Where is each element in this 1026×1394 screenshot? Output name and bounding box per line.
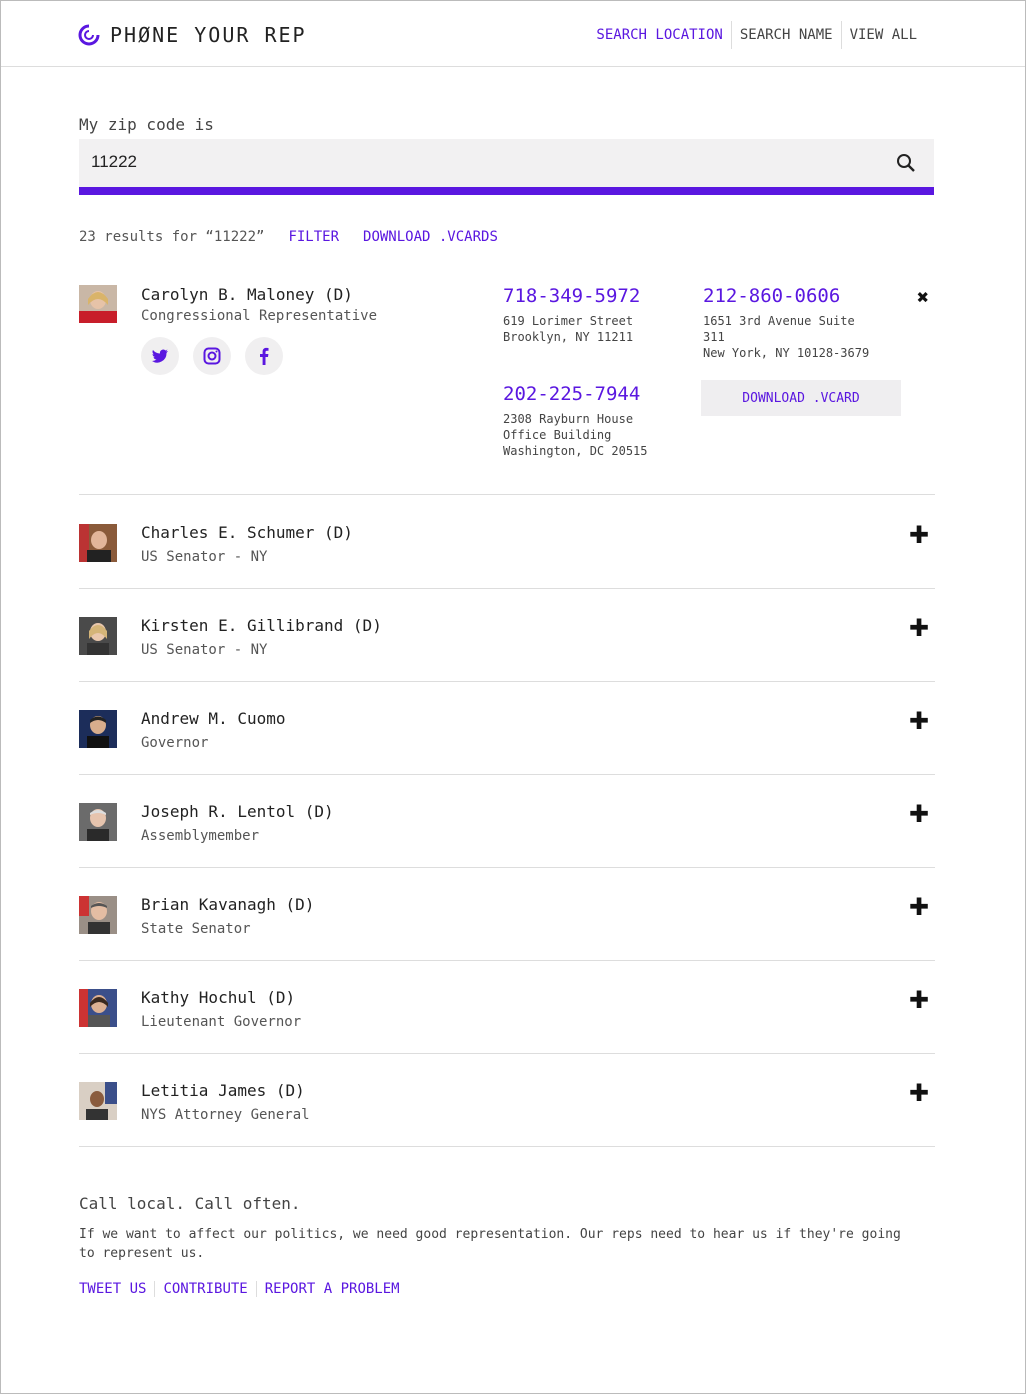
rep-row[interactable]: Kirsten E. Gillibrand (D) US Senator - N… bbox=[79, 589, 935, 682]
filter-link[interactable]: FILTER bbox=[288, 229, 339, 245]
download-vcards-link[interactable]: DOWNLOAD .VCARDS bbox=[363, 229, 498, 245]
facebook-icon[interactable] bbox=[245, 337, 283, 375]
rep-photo bbox=[79, 617, 117, 655]
twitter-icon[interactable] bbox=[141, 337, 179, 375]
rep-row[interactable]: Andrew M. Cuomo Governor ✚ bbox=[79, 682, 935, 775]
rep-title: State Senator bbox=[141, 921, 251, 937]
rep-name: Letitia James (D) bbox=[141, 1081, 305, 1100]
top-nav: SEARCH LOCATION SEARCH NAME VIEW ALL bbox=[588, 21, 925, 49]
office-address-1: 619 Lorimer Street Brooklyn, NY 11211 bbox=[503, 313, 633, 345]
rep-title: Governor bbox=[141, 735, 209, 751]
address-line: 2308 Rayburn House bbox=[503, 412, 634, 426]
address-line: 619 Lorimer Street bbox=[503, 314, 634, 328]
rep-title: US Senator - NY bbox=[141, 642, 268, 658]
social-links bbox=[141, 337, 283, 375]
nav-search-name[interactable]: SEARCH NAME bbox=[730, 21, 841, 49]
rep-title: Congressional Representative bbox=[141, 308, 378, 324]
results-count: 23 results for “11222” bbox=[79, 229, 265, 245]
results-summary-line: 23 results for “11222” FILTER DOWNLOAD .… bbox=[79, 229, 498, 245]
expand-plus-icon[interactable]: ✚ bbox=[909, 893, 929, 921]
logo[interactable]: PHØNE YOUR REP bbox=[78, 23, 307, 47]
contribute-link[interactable]: CONTRIBUTE bbox=[154, 1281, 255, 1297]
expand-plus-icon[interactable]: ✚ bbox=[909, 707, 929, 735]
rep-name: Andrew M. Cuomo bbox=[141, 709, 286, 728]
rep-row[interactable]: Joseph R. Lentol (D) Assemblymember ✚ bbox=[79, 775, 935, 868]
download-vcard-button[interactable]: DOWNLOAD .VCARD bbox=[701, 380, 901, 416]
zip-underline-bar bbox=[79, 187, 934, 195]
instagram-icon[interactable] bbox=[193, 337, 231, 375]
office-phone-2[interactable]: 212-860-0606 bbox=[703, 285, 840, 307]
zip-input[interactable] bbox=[89, 151, 853, 173]
address-line: Washington, DC 20515 bbox=[503, 444, 648, 458]
rep-title: Lieutenant Governor bbox=[141, 1014, 302, 1030]
footer-tagline: Call local. Call often. bbox=[79, 1194, 301, 1213]
footer: Call local. Call often. If we want to af… bbox=[79, 1194, 939, 1297]
rep-name: Charles E. Schumer (D) bbox=[141, 523, 353, 542]
report-problem-link[interactable]: REPORT A PROBLEM bbox=[255, 1281, 408, 1297]
rep-photo bbox=[79, 524, 117, 562]
rep-photo bbox=[79, 285, 117, 323]
expand-plus-icon[interactable]: ✚ bbox=[909, 1079, 929, 1107]
nav-search-location[interactable]: SEARCH LOCATION bbox=[588, 21, 730, 49]
rep-name: Kathy Hochul (D) bbox=[141, 988, 296, 1007]
footer-mission: If we want to affect our politics, we ne… bbox=[79, 1227, 901, 1261]
rep-photo bbox=[79, 989, 117, 1027]
rep-row[interactable]: Kathy Hochul (D) Lieutenant Governor ✚ bbox=[79, 961, 935, 1054]
phone-logo-icon bbox=[78, 24, 100, 46]
rep-name: Brian Kavanagh (D) bbox=[141, 895, 315, 914]
rep-card-expanded: Carolyn B. Maloney (D) Congressional Rep… bbox=[79, 285, 935, 495]
rep-photo bbox=[79, 803, 117, 841]
rep-name[interactable]: Carolyn B. Maloney (D) bbox=[141, 285, 353, 304]
top-bar: PHØNE YOUR REP SEARCH LOCATION SEARCH NA… bbox=[1, 1, 1025, 67]
rep-row[interactable]: Charles E. Schumer (D) US Senator - NY ✚ bbox=[79, 496, 935, 589]
office-phone-3[interactable]: 202-225-7944 bbox=[503, 383, 640, 405]
nav-view-all[interactable]: VIEW ALL bbox=[840, 21, 925, 49]
rep-title: Assemblymember bbox=[141, 828, 260, 844]
rep-row[interactable]: Brian Kavanagh (D) State Senator ✚ bbox=[79, 868, 935, 961]
expand-plus-icon[interactable]: ✚ bbox=[909, 614, 929, 642]
office-address-3: 2308 Rayburn House Office Building Washi… bbox=[503, 411, 648, 459]
address-line: Office Building bbox=[503, 428, 612, 442]
rep-name: Joseph R. Lentol (D) bbox=[141, 802, 334, 821]
rep-title: NYS Attorney General bbox=[141, 1107, 310, 1123]
zip-label: My zip code is bbox=[79, 115, 214, 134]
rep-row[interactable]: Letitia James (D) NYS Attorney General ✚ bbox=[79, 1054, 935, 1147]
rep-photo bbox=[79, 710, 117, 748]
footer-links: TWEET US CONTRIBUTE REPORT A PROBLEM bbox=[79, 1281, 939, 1297]
rep-photo bbox=[79, 1082, 117, 1120]
office-address-2: 1651 3rd Avenue Suite 311 New York, NY 1… bbox=[703, 313, 869, 361]
expand-plus-icon[interactable]: ✚ bbox=[909, 800, 929, 828]
expand-plus-icon[interactable]: ✚ bbox=[909, 521, 929, 549]
rep-name: Kirsten E. Gillibrand (D) bbox=[141, 616, 382, 635]
address-line: Brooklyn, NY 11211 bbox=[503, 330, 634, 344]
rep-photo bbox=[79, 896, 117, 934]
logo-text: PHØNE YOUR REP bbox=[110, 23, 307, 47]
close-icon[interactable]: ✖ bbox=[917, 285, 929, 309]
search-icon[interactable] bbox=[896, 153, 916, 173]
tweet-us-link[interactable]: TWEET US bbox=[79, 1281, 154, 1297]
expand-plus-icon[interactable]: ✚ bbox=[909, 986, 929, 1014]
address-line: New York, NY 10128-3679 bbox=[703, 346, 870, 360]
rep-title: US Senator - NY bbox=[141, 549, 268, 565]
address-line: 311 bbox=[703, 330, 725, 344]
office-phone-1[interactable]: 718-349-5972 bbox=[503, 285, 640, 307]
address-line: 1651 3rd Avenue Suite bbox=[703, 314, 855, 328]
zip-search-box bbox=[79, 139, 934, 187]
